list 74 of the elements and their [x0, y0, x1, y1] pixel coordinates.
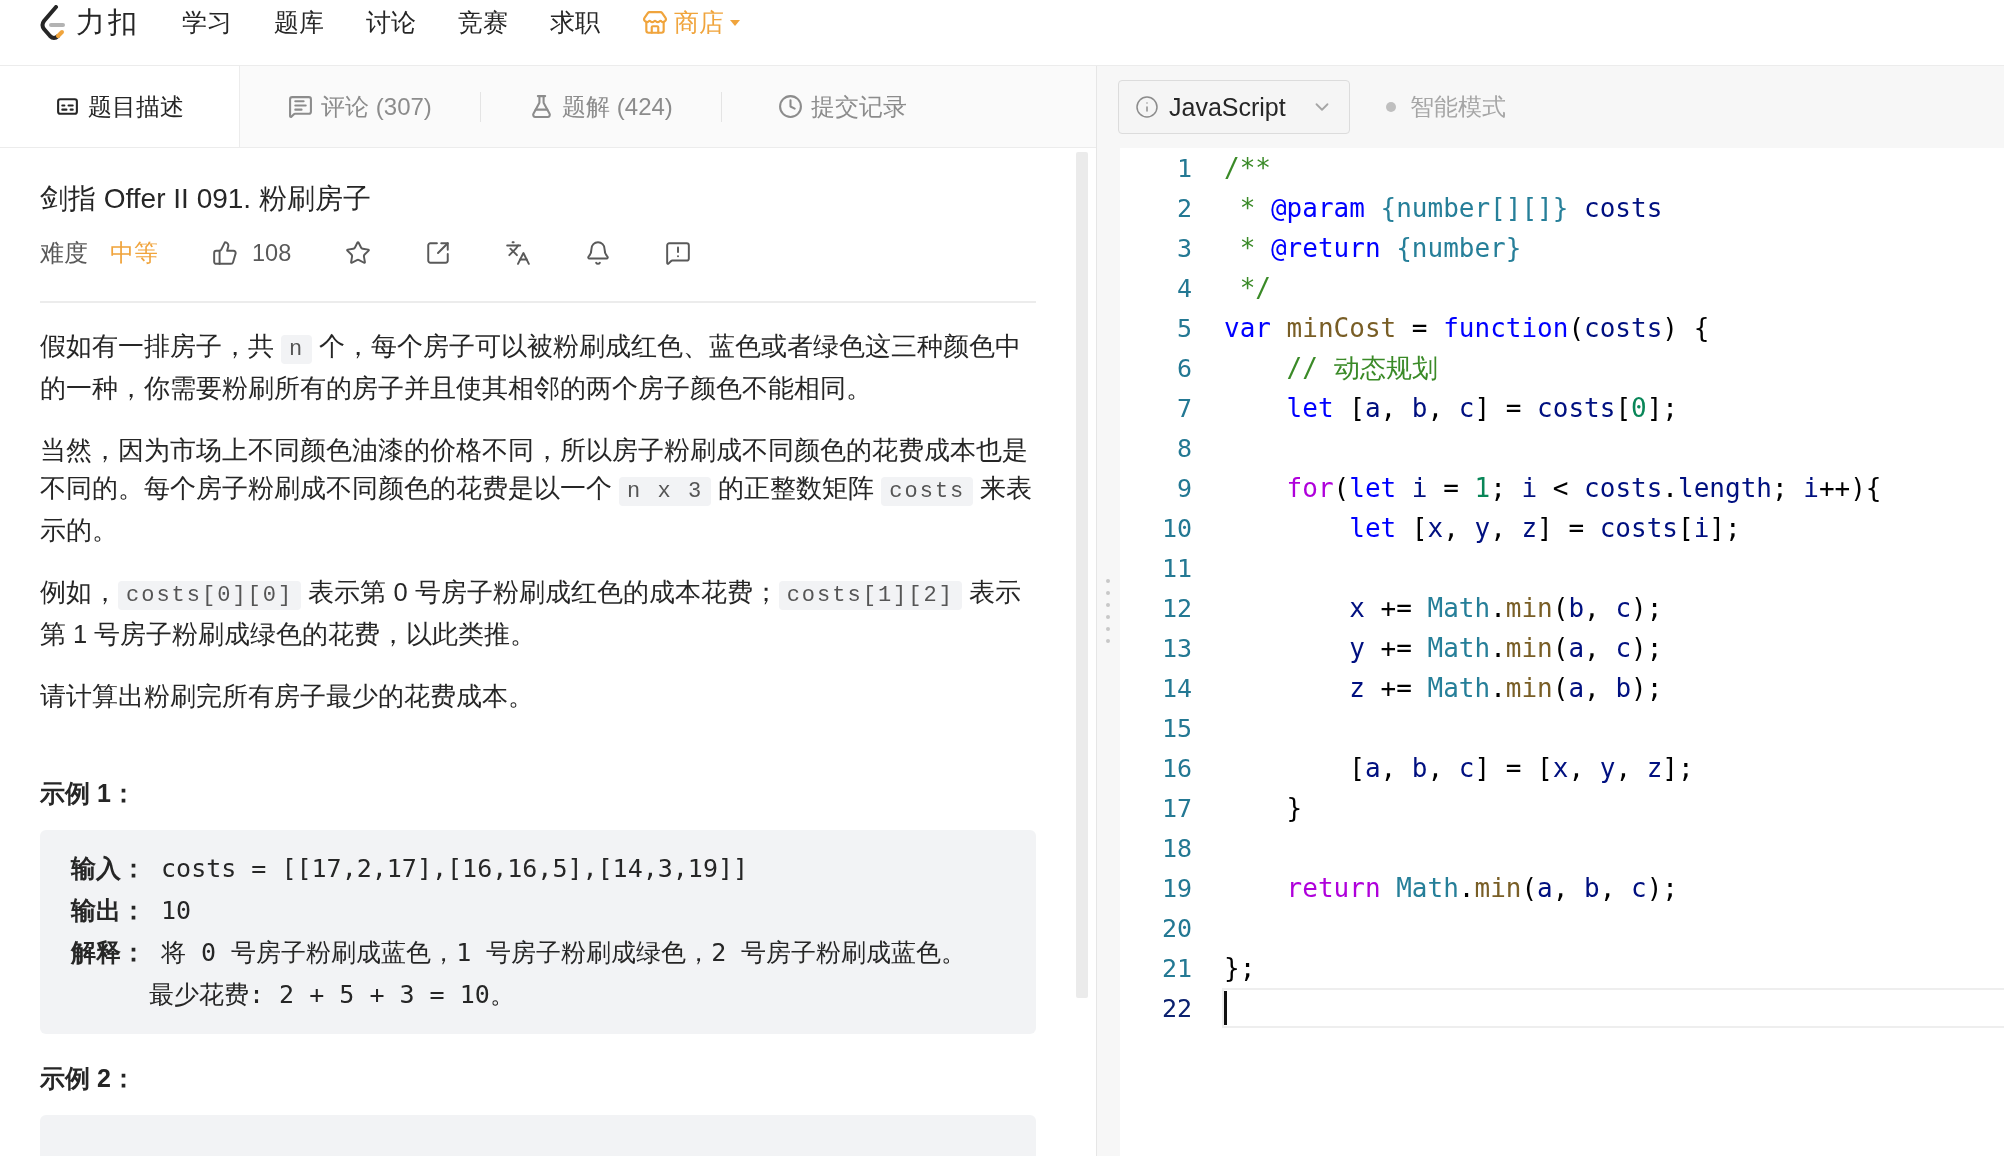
code-line: * @return {number}	[1238, 232, 1523, 265]
example-line: 输入： costs = [[17,2,17],[16,16,5],[14,3,19]]	[71, 853, 750, 885]
share-icon[interactable]	[425, 240, 452, 266]
line-number: 10	[1160, 513, 1192, 543]
example-line: 输出： 10	[71, 895, 193, 927]
example-line: 解释： 将 0 号房子粉刷成蓝色，1 号房子粉刷成绿色，2 号房子粉刷成蓝色。	[71, 937, 968, 969]
feedback-icon[interactable]	[665, 240, 692, 266]
clock-icon	[777, 94, 803, 119]
nav-link[interactable]: 求职	[550, 6, 600, 39]
code-line: let [a, b, c] = costs[0];	[1285, 392, 1679, 425]
line-number: 8	[1175, 433, 1192, 463]
code-line: /**	[1223, 152, 1272, 185]
code-line: let [x, y, z] = costs[i];	[1348, 512, 1742, 545]
line-number: 21	[1160, 953, 1192, 983]
code-line: * @param {number[][]} costs	[1238, 192, 1664, 225]
line-number: 17	[1160, 793, 1192, 823]
like-button[interactable]: 108	[212, 239, 292, 267]
nav-link[interactable]: 讨论	[366, 6, 416, 39]
line-number: 18	[1160, 833, 1192, 863]
nav-link[interactable]: 竞赛	[458, 6, 508, 39]
code-editor[interactable]	[1120, 148, 2004, 1156]
info-icon	[1135, 95, 1159, 119]
nav-link[interactable]: 学习	[182, 6, 232, 39]
code-line: z += Math.min(a, b);	[1348, 672, 1664, 705]
line-number: 7	[1175, 393, 1192, 423]
example-heading: 示例 2：	[40, 1063, 137, 1094]
text-cursor	[1224, 991, 1227, 1025]
line-number: 3	[1175, 233, 1192, 263]
code-line: return Math.min(a, b, c);	[1285, 872, 1679, 905]
code-line: // 动态规划	[1285, 351, 1439, 385]
line-number: 14	[1160, 673, 1192, 703]
line-number: 20	[1160, 913, 1192, 943]
line-number: 15	[1160, 713, 1192, 743]
translate-icon[interactable]	[505, 240, 532, 266]
line-number: 11	[1160, 553, 1192, 583]
language-select[interactable]: JavaScript	[1118, 80, 1350, 134]
line-number: 22	[1160, 993, 1192, 1023]
line-number: 16	[1160, 753, 1192, 783]
line-number: 4	[1175, 273, 1192, 303]
paragraph: 例如， costs[0][0] 表示第 0 号房子粉刷成红色的成本花费； costs[1][2] 表示第 1 号房子粉刷成绿色的花费，以此类推。	[40, 577, 1022, 650]
caret-icon	[730, 19, 740, 26]
code-line: */	[1238, 272, 1272, 305]
line-number: 13	[1160, 633, 1192, 663]
difficulty: 中等	[110, 239, 158, 268]
line-number: 6	[1175, 353, 1192, 383]
problem-title: 剑指 Offer II 091. 粉刷房子	[40, 182, 372, 216]
line-number: 1	[1175, 153, 1192, 183]
paragraph: 当然，因为市场上不同颜色油漆的价格不同，所以房子粉刷成不同颜色的花费成本也是不同的。每个房子粉刷成不同颜色的花费是以一个 n x 3 的正整数矩阵 costs 来表示的。	[40, 435, 1034, 546]
code-line: y += Math.min(a, c);	[1348, 632, 1664, 665]
difficulty-label: 难度	[40, 239, 88, 268]
logo-icon	[40, 4, 66, 41]
code-line: x += Math.min(b, c);	[1348, 592, 1664, 625]
tab[interactable]: 题目描述	[0, 66, 240, 147]
paragraph: 请计算出粉刷完所有房子最少的花费成本。	[40, 681, 535, 712]
thumbs-up-icon	[212, 240, 238, 266]
code-line: }	[1285, 792, 1304, 825]
example-line: 最少花费: 2 + 5 + 3 = 10。	[148, 979, 516, 1011]
bell-icon[interactable]	[585, 240, 612, 266]
code-line: for(let i = 1; i < costs.length; i++){	[1285, 472, 1883, 505]
line-number: 9	[1175, 473, 1192, 503]
example-heading: 示例 1：	[40, 778, 137, 809]
nav-link[interactable]: 题库	[274, 6, 324, 39]
line-number: 5	[1175, 313, 1192, 343]
code-line: };	[1223, 952, 1257, 985]
line-number: 12	[1160, 593, 1192, 623]
paragraph: 假如有一排房子，共 n 个，每个房子可以被粉刷成红色、蓝色或者绿色这三种颜色中的一种，你需要粉刷所有的房子并且使其相邻的两个房子颜色不能相同。	[40, 331, 1023, 404]
comment-icon	[288, 94, 314, 119]
code-line: var minCost = function(costs) {	[1223, 312, 1711, 345]
line-number: 2	[1175, 193, 1192, 223]
star-icon[interactable]	[345, 240, 372, 266]
code-line: [a, b, c] = [x, y, z];	[1348, 752, 1695, 785]
line-number: 19	[1160, 873, 1192, 903]
brand-name[interactable]: 力扣	[76, 2, 140, 43]
store-icon	[642, 9, 668, 36]
